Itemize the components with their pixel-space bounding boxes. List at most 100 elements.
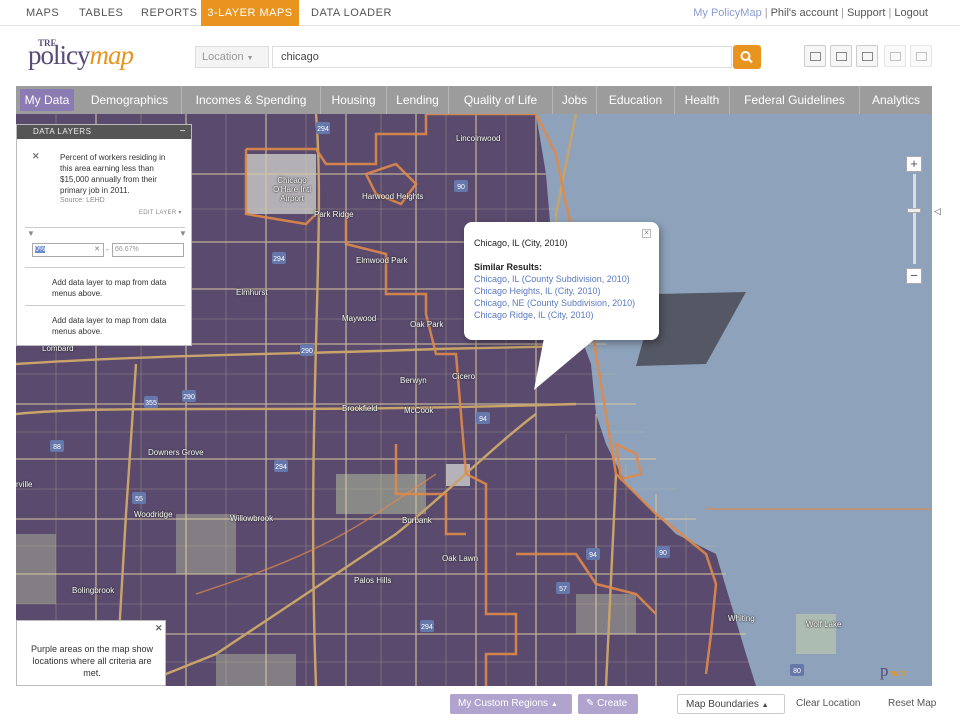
nav-reports[interactable]: REPORTS	[141, 0, 197, 26]
range-min-input[interactable]: 0% ✕	[32, 243, 104, 257]
range-handle-right-icon[interactable]: ▼	[179, 229, 187, 238]
layer-source: Source: LEHD	[60, 197, 105, 204]
nav-data-loader[interactable]: DATA LOADER	[311, 0, 392, 26]
map-label-elmwood: Elmwood Park	[356, 256, 408, 265]
svg-text:94: 94	[589, 552, 597, 559]
map-label-palos: Palos Hills	[354, 576, 392, 585]
svg-text:90: 90	[457, 184, 465, 191]
map-label-berwyn: Berwyn	[400, 376, 427, 385]
svg-text:94: 94	[479, 416, 487, 423]
link-logout[interactable]: Logout	[894, 7, 928, 19]
edit-layer-link[interactable]: EDIT LAYER ▾	[139, 209, 182, 216]
svg-text:57: 57	[559, 586, 567, 593]
tab-demographics[interactable]: Demographics	[78, 86, 182, 114]
layer-divider-3	[25, 305, 185, 306]
print-icon[interactable]	[830, 45, 852, 67]
download-icon[interactable]	[910, 45, 932, 67]
nav-3-layer-maps[interactable]: 3-LAYER MAPS	[201, 0, 299, 26]
map-label-cicero: Cicero	[452, 372, 476, 381]
svg-text:90: 90	[659, 550, 667, 557]
search-input[interactable]: chicago	[272, 46, 732, 68]
map-boundaries-select[interactable]: Map Boundaries ▲	[677, 694, 785, 714]
svg-text:294: 294	[421, 624, 433, 631]
svg-text:294: 294	[273, 256, 285, 263]
embed-icon[interactable]	[884, 45, 906, 67]
clear-location-link[interactable]: Clear Location	[788, 694, 868, 714]
minimize-icon[interactable]: −	[180, 125, 186, 139]
map-label-elmhurst: Elmhurst	[236, 288, 268, 297]
policymap-logo[interactable]: policymap	[28, 40, 134, 71]
svg-text:355: 355	[145, 400, 157, 407]
tab-lending[interactable]: Lending	[387, 86, 449, 114]
range-max-input[interactable]: 66.67%	[112, 243, 184, 257]
zoom-control: + −	[906, 156, 926, 286]
zoom-slider-track[interactable]	[913, 174, 916, 264]
zoom-in-button[interactable]: +	[906, 156, 922, 172]
map-label-downersgrove: Downers Grove	[148, 448, 204, 457]
legend-close-icon[interactable]: ✕	[155, 623, 163, 634]
empty-layer-slot-3[interactable]: Add data layer to map from data menus ab…	[52, 315, 182, 337]
map-label-parkridge: Park Ridge	[314, 210, 354, 219]
svg-text:80: 80	[793, 668, 801, 675]
svg-text:290: 290	[183, 394, 195, 401]
search-icon	[740, 51, 753, 64]
map-label-wolf: Wolf Lake	[806, 620, 842, 629]
nav-tables[interactable]: TABLES	[79, 0, 123, 26]
location-type-select[interactable]: Location ▼	[195, 46, 269, 68]
top-nav: MAPS TABLES REPORTS 3-LAYER MAPS DATA LO…	[0, 0, 960, 26]
popup-result-link[interactable]: Chicago Ridge, IL (City, 2010)	[474, 310, 594, 320]
svg-text:88: 88	[53, 444, 61, 451]
expand-panel-icon[interactable]: ◁	[934, 206, 941, 217]
tab-incomes-spending[interactable]: Incomes & Spending	[182, 86, 321, 114]
map-label-brookfield: Brookfield	[342, 404, 378, 413]
reset-map-link[interactable]: Reset Map	[880, 694, 944, 714]
pencil-icon: ✎	[586, 698, 595, 709]
nav-maps[interactable]: MAPS	[26, 0, 59, 26]
header: TRF policymap Location ▼ chicago	[0, 26, 960, 86]
layer-description: Percent of workers residing in this area…	[60, 153, 166, 195]
policymap-watermark-logo: pmap	[880, 661, 906, 680]
remove-layer-icon[interactable]: ✕	[32, 151, 40, 162]
location-popup: ✕ Chicago, IL (City, 2010) Similar Resul…	[464, 222, 659, 390]
map-label-whiting: Whiting	[728, 614, 755, 623]
email-icon[interactable]	[804, 45, 826, 67]
map-label-ohare: Chicago O'Hare Intl Airport	[273, 176, 311, 203]
svg-text:294: 294	[275, 464, 287, 471]
zoom-out-button[interactable]: −	[906, 268, 922, 284]
create-button[interactable]: ✎ Create	[578, 694, 638, 714]
popup-result-link[interactable]: Chicago, IL (County Subdivision, 2010)	[474, 274, 630, 284]
map-label-maywood: Maywood	[342, 314, 377, 323]
data-layers-title: DATA LAYERS	[33, 127, 92, 136]
custom-regions-button[interactable]: My Custom Regions ▲	[450, 694, 572, 714]
layer-divider	[25, 227, 185, 228]
map-label-mccook: McCook	[404, 406, 434, 415]
map-label-willowbrook: Willowbrook	[230, 514, 274, 523]
tab-jobs[interactable]: Jobs	[553, 86, 597, 114]
map-legend: ✕ Purple areas on the map show locations…	[16, 620, 166, 686]
link-my-policymap[interactable]: My PolicyMap	[693, 7, 761, 19]
popup-close-icon[interactable]: ✕	[642, 229, 651, 238]
link-account[interactable]: Phil's account	[771, 7, 839, 19]
popup-result-link[interactable]: Chicago Heights, IL (City, 2010)	[474, 286, 601, 296]
data-layers-header[interactable]: DATA LAYERS −	[17, 125, 191, 139]
legend-text: Purple areas on the map show locations w…	[30, 644, 154, 678]
tab-education[interactable]: Education	[597, 86, 675, 114]
tab-health[interactable]: Health	[675, 86, 730, 114]
tab-quality-of-life[interactable]: Quality of Life	[449, 86, 553, 114]
tab-federal-guidelines[interactable]: Federal Guidelines	[730, 86, 860, 114]
empty-layer-slot-2[interactable]: Add data layer to map from data menus ab…	[52, 277, 182, 299]
popup-pointer	[534, 338, 596, 390]
zoom-slider-handle[interactable]	[907, 208, 921, 213]
search-button[interactable]	[733, 45, 761, 69]
tab-my-data[interactable]: My Data	[20, 89, 74, 111]
bottom-toolbar: My Custom Regions ▲ ✎ Create Map Boundar…	[0, 690, 960, 720]
map-label-naperville: rville	[16, 480, 33, 489]
range-handle-left-icon[interactable]: ▼	[27, 229, 35, 238]
popup-result-link[interactable]: Chicago, NE (County Subdivision, 2010)	[474, 298, 635, 308]
popup-title: Chicago, IL (City, 2010)	[474, 238, 568, 248]
svg-text:55: 55	[135, 496, 143, 503]
link-support[interactable]: Support	[847, 7, 886, 19]
tab-housing[interactable]: Housing	[321, 86, 387, 114]
tab-analytics[interactable]: Analytics	[860, 86, 932, 114]
save-icon[interactable]	[856, 45, 878, 67]
